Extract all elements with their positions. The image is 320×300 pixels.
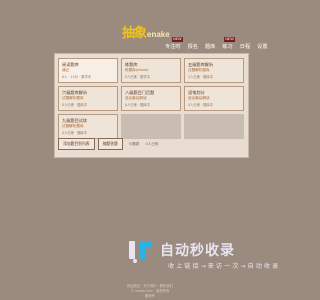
footer-icp: 备案号	[145, 294, 155, 298]
course-card[interactable]: 五级题库解析 试题解析题库 1人已练 · 题库中	[184, 58, 244, 83]
card-cell: 语笔划分 适合最后解读 0人已练 · 题库中	[184, 86, 244, 111]
card-subtitle: 通过	[62, 68, 70, 72]
watermark-subtitle: 收 上 链 接 → 来 访 一 次 → 自 动 收 录	[168, 263, 279, 270]
new-badge: NEW	[224, 37, 235, 42]
course-card[interactable]: 练题库 练题库(exam) 0人已练 · 数学中	[121, 58, 181, 83]
card-meta: 0人已练 · 题库中	[188, 103, 214, 107]
add-to-list-button[interactable]: 添加题目到列表	[58, 138, 95, 150]
site-logo[interactable]: 抽象 enake	[122, 22, 170, 41]
logo-text-en: enake	[147, 30, 170, 39]
card-subtitle: 试题解析题库	[62, 124, 84, 128]
card-grid: 阅读题库 通过 6人 · 15分 · 数学中 练题库 练题库(exam) 0人已…	[58, 58, 245, 139]
empty-card-slot	[184, 114, 244, 139]
nav-item-label: 设置	[257, 44, 268, 50]
nav-item-practice[interactable]: 练习 NEW	[222, 37, 235, 50]
nav-item-label: 报名	[187, 44, 198, 50]
card-cell: 六级题库解析 试题解析题库 0人已练 · 题库中	[58, 86, 118, 111]
card-cell: 阅读题库 通过 6人 · 15分 · 数学中	[58, 58, 118, 83]
nav-item-settings[interactable]: 设置	[257, 43, 267, 50]
nav-item-label: 练习	[222, 44, 233, 50]
card-subtitle: 练题库(exam)	[125, 68, 149, 72]
nav-item-label: 题库	[204, 44, 216, 50]
course-card[interactable]: 语笔划分 适合最后解读 0人已练 · 题库中	[184, 86, 244, 111]
new-badge: NEW	[172, 37, 183, 42]
nav-item-focus[interactable]: 专注时 NEW	[165, 37, 183, 50]
empty-card-slot	[121, 114, 181, 139]
card-subtitle: 试题解析题库	[62, 96, 84, 100]
main-panel: 阅读题库 通过 6人 · 15分 · 数学中 练题库 练题库(exam) 0人已…	[54, 53, 249, 158]
course-card[interactable]: 八级题目门后题 适合最后解读 0人已练 · 题库中	[121, 86, 181, 111]
watermark: 自动秒收录 收 上 链 接 → 来 访 一 次 → 自 动 收 录	[128, 236, 278, 276]
card-cell: 五级题库解析 试题解析题库 1人已练 · 题库中	[184, 58, 244, 83]
card-meta: 0人已练 · 数学中	[125, 75, 151, 79]
random-answer-button[interactable]: 随题答题	[97, 138, 123, 150]
card-meta: 0人已练 · 题库中	[62, 103, 88, 107]
course-card[interactable]: 阅读题库 通过 6人 · 15分 · 数学中	[58, 58, 118, 83]
card-meta: 6人 · 15分 · 数学中	[62, 75, 92, 79]
card-meta: 0人已练 · 题库中	[62, 131, 88, 135]
nav-item-label: 专注时	[165, 44, 181, 50]
nav-item-bank[interactable]: 题库	[205, 43, 215, 50]
card-cell: 八级题目门后题 适合最后解读 0人已练 · 题库中	[121, 86, 181, 111]
card-meta: 0人已练 · 题库中	[125, 103, 151, 107]
card-subtitle: 适合最后解读	[125, 96, 147, 100]
nav-item-label: 日程	[239, 44, 251, 50]
course-card[interactable]: 九级题目试炼 试题解析题库 0人已练 · 题库中	[58, 114, 118, 139]
logo-text-cn: 抽象	[122, 26, 147, 41]
watermark-title: 自动秒收录	[160, 243, 235, 259]
footer: 网站首页 · 关于我们 · 联系我们 © enake.com · 版权所有 备案…	[0, 284, 300, 299]
watermark-logo-icon	[129, 241, 152, 263]
top-navigation: 专注时 NEW 报名 题库 练习 NEW 日程 设置	[165, 37, 268, 50]
card-subtitle: 适合最后解读	[188, 96, 210, 100]
question-count-text: 5/题数	[128, 141, 140, 146]
card-cell: 练题库 练题库(exam) 0人已练 · 数学中	[121, 58, 181, 83]
card-subtitle: 试题解析题库	[188, 68, 210, 72]
practice-count-text: 0人已练	[145, 141, 159, 146]
nav-item-schedule[interactable]: 日程	[240, 43, 250, 50]
card-cell: 九级题目试炼 试题解析题库 0人已练 · 题库中	[58, 114, 118, 139]
course-card[interactable]: 六级题库解析 试题解析题库 0人已练 · 题库中	[58, 86, 118, 111]
card-meta: 1人已练 · 题库中	[188, 75, 214, 79]
bottom-actions: 添加题目到列表 随题答题 5/题数 0人已练	[58, 138, 245, 150]
nav-item-signup[interactable]: 报名	[188, 43, 198, 50]
